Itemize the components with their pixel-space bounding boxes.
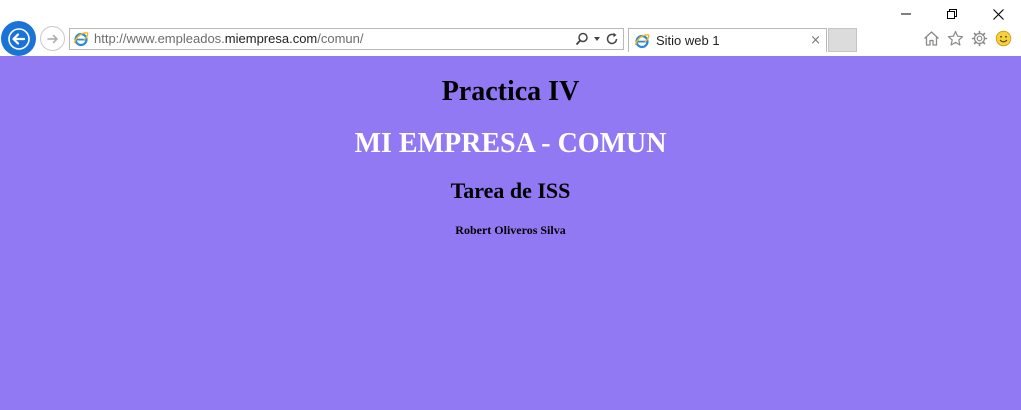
author-name: Robert Oliveros Silva: [455, 223, 566, 237]
back-button[interactable]: [1, 21, 36, 56]
new-tab-button[interactable]: [828, 28, 857, 52]
gear-icon[interactable]: [970, 29, 988, 47]
ie-logo-icon: [634, 34, 650, 49]
tab-close-icon[interactable]: ×: [810, 33, 821, 49]
task-heading: Tarea de ISS: [450, 178, 571, 203]
page-content: Practica IV MI EMPRESA - COMUN Tarea de …: [0, 56, 1021, 410]
refresh-icon[interactable]: [605, 32, 619, 46]
tab-sitio-web[interactable]: Sitio web 1 ×: [628, 28, 827, 52]
smiley-icon[interactable]: [994, 29, 1012, 47]
address-domain: miempresa.com: [224, 31, 318, 46]
address-prefix: http://www.empleados.: [94, 31, 225, 46]
search-icon[interactable]: [575, 32, 589, 46]
address-url[interactable]: http://www.empleados.miempresa.com/comun…: [94, 31, 364, 47]
home-icon[interactable]: [922, 29, 940, 47]
minimize-icon[interactable]: [883, 0, 929, 28]
restore-icon[interactable]: [929, 0, 975, 28]
address-bar[interactable]: http://www.empleados.miempresa.com/comun…: [69, 28, 624, 50]
ie-logo-icon: [73, 32, 89, 47]
star-icon[interactable]: [946, 29, 964, 47]
company-heading: MI EMPRESA - COMUN: [354, 128, 667, 159]
page-title: Practica IV: [441, 76, 580, 107]
forward-button[interactable]: [40, 26, 65, 51]
close-icon[interactable]: [975, 0, 1021, 28]
chevron-down-icon[interactable]: [593, 32, 601, 46]
forward-arrow-icon: [46, 34, 58, 43]
back-arrow-icon: [7, 27, 30, 50]
browser-chrome: http://www.empleados.miempresa.com/comun…: [0, 0, 1021, 57]
tab-label: Sitio web 1: [656, 33, 720, 48]
address-suffix: /comun/: [317, 31, 364, 46]
